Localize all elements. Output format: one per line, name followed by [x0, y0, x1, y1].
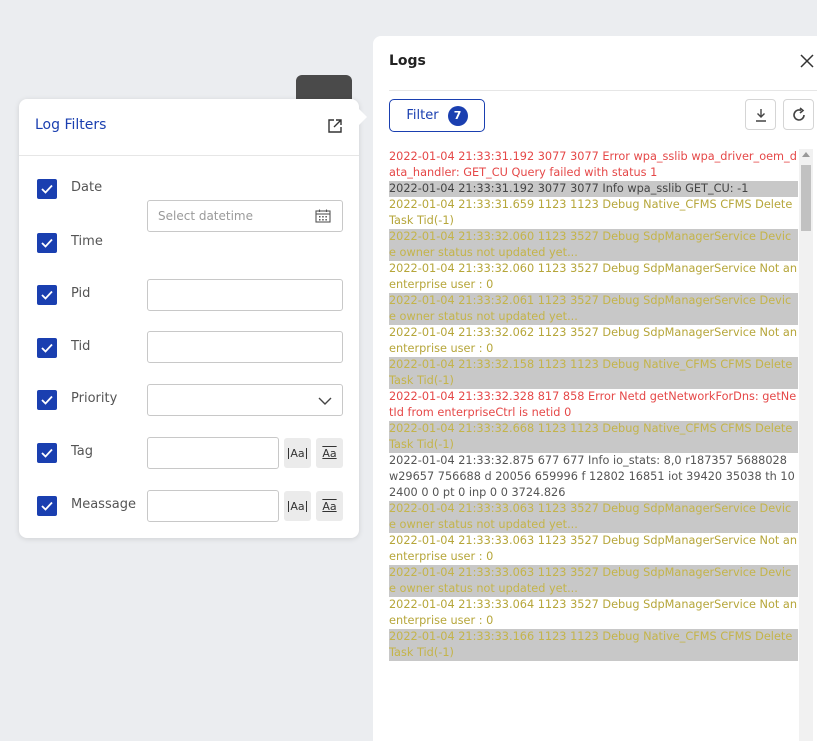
- datetime-field[interactable]: [148, 201, 342, 231]
- check-icon: [41, 238, 53, 248]
- log-row[interactable]: 2022-01-04 21:33:31.192 3077 3077 Info w…: [389, 181, 798, 197]
- log-list[interactable]: 2022-01-04 21:33:31.192 3077 3077 Error …: [389, 149, 798, 741]
- check-icon: [41, 290, 53, 300]
- logs-divider: [389, 90, 817, 91]
- refresh-icon: [792, 106, 805, 121]
- message-match-case-button[interactable]: Aa: [284, 491, 311, 521]
- log-row[interactable]: 2022-01-04 21:33:33.166 1123 1123 Debug …: [389, 629, 798, 661]
- log-row[interactable]: 2022-01-04 21:33:33.063 1123 3527 Debug …: [389, 565, 798, 597]
- filter-button[interactable]: Filter 7: [389, 99, 485, 132]
- time-checkbox[interactable]: [37, 233, 57, 253]
- priority-label: Priority: [71, 391, 118, 406]
- log-row[interactable]: 2022-01-04 21:33:32.158 1123 1123 Debug …: [389, 357, 798, 389]
- date-label: Date: [71, 180, 103, 195]
- filters-header: Log Filters: [19, 99, 359, 156]
- log-row[interactable]: 2022-01-04 21:33:32.060 1123 3527 Debug …: [389, 229, 798, 261]
- tag-label: Tag: [71, 444, 94, 459]
- log-row[interactable]: 2022-01-04 21:33:33.063 1123 3527 Debug …: [389, 501, 798, 533]
- priority-select[interactable]: [147, 384, 343, 416]
- log-row[interactable]: 2022-01-04 21:33:31.659 1123 1123 Debug …: [389, 197, 798, 229]
- close-icon[interactable]: [800, 54, 814, 68]
- tag-match-case-button[interactable]: Aa: [284, 438, 311, 468]
- match-case-icon: Aa: [288, 446, 307, 460]
- logs-title: Logs: [389, 53, 426, 69]
- check-icon: [41, 448, 53, 458]
- check-icon: [41, 343, 53, 353]
- log-filters-panel: Log Filters Date Time: [19, 99, 367, 538]
- whole-word-icon: Aa: [322, 446, 337, 460]
- tag-whole-word-button[interactable]: Aa: [316, 438, 343, 468]
- pid-field[interactable]: [148, 280, 342, 310]
- message-label: Meassage: [71, 497, 136, 512]
- download-button[interactable]: [745, 99, 776, 130]
- message-checkbox[interactable]: [37, 496, 57, 516]
- time-label: Time: [71, 234, 103, 249]
- popover-arrow: [359, 109, 367, 125]
- log-row[interactable]: 2022-01-04 21:33:32.060 1123 3527 Debug …: [389, 261, 798, 293]
- check-icon: [41, 501, 53, 511]
- scroll-thumb[interactable]: [801, 165, 811, 231]
- priority-checkbox[interactable]: [37, 390, 57, 410]
- log-row[interactable]: 2022-01-04 21:33:32.328 817 858 Error Ne…: [389, 389, 798, 421]
- pid-label: Pid: [71, 286, 91, 301]
- message-input[interactable]: [147, 490, 279, 522]
- check-icon: [41, 184, 53, 194]
- log-row[interactable]: 2022-01-04 21:33:31.192 3077 3077 Error …: [389, 149, 798, 181]
- calendar-icon[interactable]: [315, 209, 331, 223]
- log-row[interactable]: 2022-01-04 21:33:32.875 677 677 Info io_…: [389, 453, 798, 501]
- refresh-button[interactable]: [783, 99, 814, 130]
- pid-input[interactable]: [147, 279, 343, 311]
- message-field[interactable]: [148, 491, 278, 521]
- tag-input[interactable]: [147, 437, 279, 469]
- logs-panel: Logs Filter 7 2022-01-04 21:33:31.192 30…: [373, 36, 817, 741]
- filter-button-label: Filter: [406, 108, 439, 123]
- tid-input[interactable]: [147, 331, 343, 363]
- tag-field[interactable]: [148, 438, 278, 468]
- filters-title: Log Filters: [35, 117, 107, 133]
- scroll-up-arrow[interactable]: [802, 152, 810, 157]
- download-icon: [755, 108, 766, 122]
- datetime-input[interactable]: [147, 200, 343, 232]
- log-scrollbar[interactable]: [799, 149, 813, 741]
- check-icon: [41, 395, 53, 405]
- pid-checkbox[interactable]: [37, 285, 57, 305]
- message-whole-word-button[interactable]: Aa: [316, 491, 343, 521]
- date-checkbox[interactable]: [37, 179, 57, 199]
- filter-count-badge: 7: [447, 105, 468, 126]
- tag-checkbox[interactable]: [37, 443, 57, 463]
- tid-field[interactable]: [148, 332, 342, 362]
- tid-label: Tid: [71, 339, 91, 354]
- log-row[interactable]: 2022-01-04 21:33:32.668 1123 1123 Debug …: [389, 421, 798, 453]
- log-row[interactable]: 2022-01-04 21:33:33.064 1123 3527 Debug …: [389, 597, 798, 629]
- chevron-down-icon[interactable]: [318, 396, 332, 406]
- log-row[interactable]: 2022-01-04 21:33:33.063 1123 3527 Debug …: [389, 533, 798, 565]
- log-row[interactable]: 2022-01-04 21:33:32.061 1123 3527 Debug …: [389, 293, 798, 325]
- open-external-icon[interactable]: [327, 118, 343, 134]
- match-case-icon: Aa: [288, 499, 307, 513]
- whole-word-icon: Aa: [322, 499, 337, 513]
- tid-checkbox[interactable]: [37, 338, 57, 358]
- log-row[interactable]: 2022-01-04 21:33:32.062 1123 3527 Debug …: [389, 325, 798, 357]
